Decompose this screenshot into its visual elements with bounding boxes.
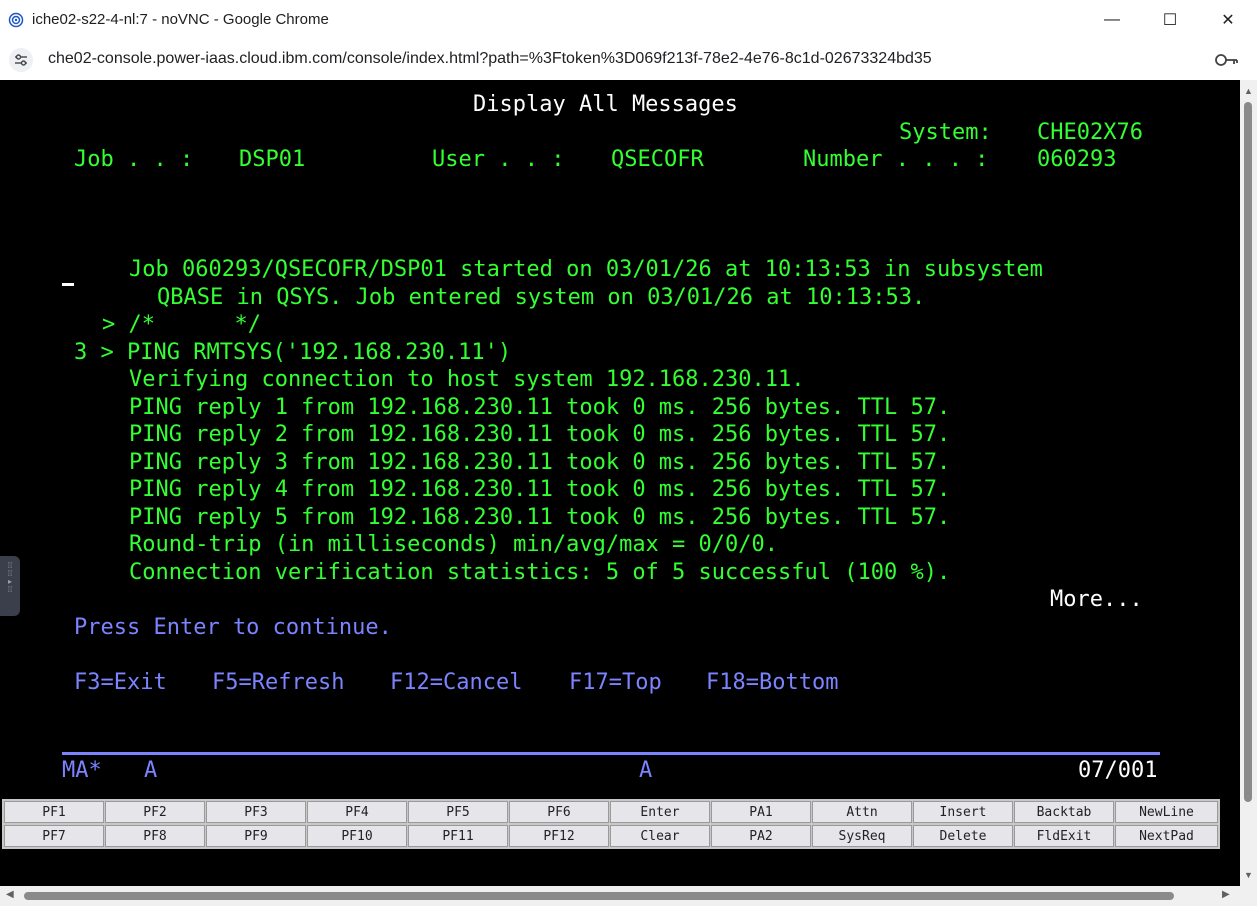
- vertical-scroll-thumb[interactable]: [1244, 102, 1252, 802]
- message-line: PING reply 3 from 192.168.230.11 took 0 …: [129, 450, 951, 475]
- key-nextpad[interactable]: NextPad: [1115, 825, 1218, 847]
- key-newline[interactable]: NewLine: [1115, 801, 1218, 823]
- close-button[interactable]: ✕: [1199, 0, 1257, 40]
- more-indicator: More...: [1050, 587, 1143, 612]
- message-line: Connection verification statistics: 5 of…: [129, 560, 951, 585]
- system-label: System:: [899, 120, 992, 145]
- horizontal-scrollbar[interactable]: ◀ ▶: [0, 886, 1240, 906]
- key-delete[interactable]: Delete: [913, 825, 1013, 847]
- key-pf7[interactable]: PF7: [4, 825, 104, 847]
- terminal-cursor: [62, 283, 74, 286]
- maximize-icon: ☐: [1162, 12, 1178, 29]
- number-label: Number . . . :: [803, 147, 989, 172]
- f5-refresh-key[interactable]: F5=Refresh: [212, 670, 344, 696]
- key-pf8[interactable]: PF8: [105, 825, 205, 847]
- key-backtab[interactable]: Backtab: [1014, 801, 1114, 823]
- number-value: 060293: [1037, 147, 1117, 172]
- window-title: iche02-s22-4-nl:7 - noVNC - Google Chrom…: [32, 11, 329, 28]
- status-indicator-a: A: [639, 758, 653, 783]
- key-pa1[interactable]: PA1: [711, 801, 811, 823]
- status-divider: [62, 752, 1160, 755]
- site-settings-icon: [15, 54, 27, 66]
- key-pf1[interactable]: PF1: [4, 801, 104, 823]
- f17-top-key[interactable]: F17=Top: [569, 670, 662, 696]
- system-value: CHE02X76: [1037, 120, 1143, 145]
- message-line: Verifying connection to host system 192.…: [129, 367, 805, 392]
- status-indicator-a: A: [144, 758, 158, 783]
- message-line: PING reply 2 from 192.168.230.11 took 0 …: [129, 422, 951, 447]
- scroll-right-icon[interactable]: ▶: [1222, 889, 1230, 900]
- key-clear[interactable]: Clear: [610, 825, 710, 847]
- message-line: PING reply 5 from 192.168.230.11 took 0 …: [129, 505, 951, 530]
- status-mode: MA*: [62, 758, 102, 783]
- key-pf2[interactable]: PF2: [105, 801, 205, 823]
- site-info-button[interactable]: [9, 48, 33, 72]
- scrollbar-corner: [1240, 886, 1257, 906]
- press-enter-prompt: Press Enter to continue.: [74, 615, 392, 640]
- job-value: DSP01: [239, 147, 306, 172]
- minimize-button[interactable]: —: [1083, 0, 1141, 40]
- password-key-icon[interactable]: [1214, 52, 1240, 68]
- url-text[interactable]: che02-console.power-iaas.cloud.ibm.com/c…: [48, 50, 932, 68]
- minimize-icon: —: [1104, 11, 1120, 28]
- novnc-control-handle[interactable]: ⁞⁞ ⁞⁞ ▸ ⁞⁞: [0, 556, 20, 616]
- function-key-panel: PF1 PF2 PF3 PF4 PF5 PF6 Enter PA1 Attn I…: [2, 799, 1220, 849]
- message-line: 3 > PING RMTSYS('192.168.230.11'): [74, 340, 512, 365]
- key-pf10[interactable]: PF10: [307, 825, 407, 847]
- novnc-app-icon: [8, 12, 24, 28]
- user-label: User . . :: [432, 147, 565, 172]
- user-value: QSECOFR: [611, 147, 704, 172]
- key-pa2[interactable]: PA2: [711, 825, 811, 847]
- cursor-position: 07/001: [1078, 758, 1158, 783]
- message-line: PING reply 1 from 192.168.230.11 took 0 …: [129, 395, 951, 420]
- scroll-left-icon[interactable]: ◀: [6, 889, 14, 900]
- screen-title: Display All Messages: [473, 92, 738, 117]
- scroll-up-icon[interactable]: ▲: [1244, 86, 1253, 96]
- close-icon: ✕: [1221, 12, 1235, 29]
- key-fldexit[interactable]: FldExit: [1014, 825, 1114, 847]
- key-pf3[interactable]: PF3: [206, 801, 306, 823]
- key-pf9[interactable]: PF9: [206, 825, 306, 847]
- message-line: > /* */: [102, 312, 261, 337]
- horizontal-scroll-thumb[interactable]: [24, 892, 1174, 900]
- key-pf12[interactable]: PF12: [509, 825, 609, 847]
- vnc-viewport[interactable]: Display All Messages System: CHE02X76 Jo…: [0, 80, 1240, 886]
- maximize-button[interactable]: ☐: [1141, 0, 1199, 40]
- f18-bottom-key[interactable]: F18=Bottom: [706, 670, 838, 696]
- key-enter[interactable]: Enter: [610, 801, 710, 823]
- key-pf6[interactable]: PF6: [509, 801, 609, 823]
- message-line: Job 060293/QSECOFR/DSP01 started on 03/0…: [129, 257, 1043, 282]
- scroll-down-icon[interactable]: ▼: [1244, 870, 1253, 880]
- vertical-scrollbar[interactable]: ▲ ▼: [1240, 80, 1257, 886]
- address-bar: che02-console.power-iaas.cloud.ibm.com/c…: [0, 40, 1257, 80]
- key-sysreq[interactable]: SysReq: [812, 825, 912, 847]
- key-pf5[interactable]: PF5: [408, 801, 508, 823]
- message-line: PING reply 4 from 192.168.230.11 took 0 …: [129, 477, 951, 502]
- key-pf11[interactable]: PF11: [408, 825, 508, 847]
- key-pf4[interactable]: PF4: [307, 801, 407, 823]
- key-attn[interactable]: Attn: [812, 801, 912, 823]
- f12-cancel-key[interactable]: F12=Cancel: [390, 670, 522, 696]
- message-line: Round-trip (in milliseconds) min/avg/max…: [129, 532, 779, 557]
- job-label: Job . . :: [74, 147, 194, 172]
- message-line: QBASE in QSYS. Job entered system on 03/…: [157, 285, 926, 310]
- window-title-bar: iche02-s22-4-nl:7 - noVNC - Google Chrom…: [0, 0, 1257, 40]
- key-insert[interactable]: Insert: [913, 801, 1013, 823]
- grip-dots-icon: ⁞⁞ ⁞⁞ ▸ ⁞⁞: [7, 561, 13, 594]
- f3-exit-key[interactable]: F3=Exit: [74, 670, 167, 696]
